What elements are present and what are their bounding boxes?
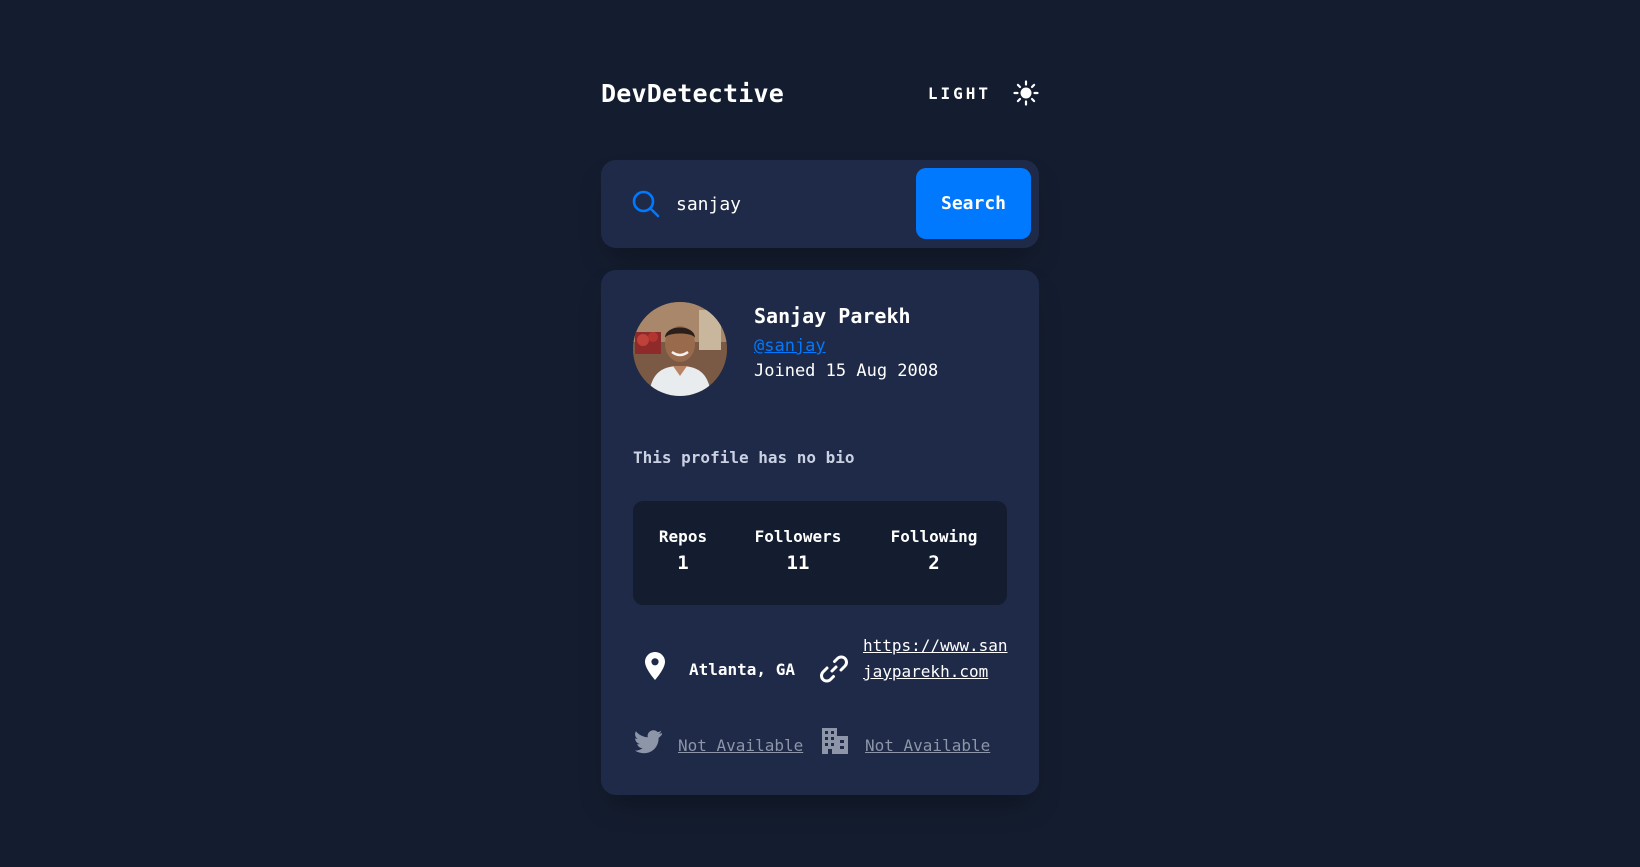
company-link[interactable]: Not Available: [865, 736, 990, 755]
profile-card: Sanjay Parekh @sanjay Joined 15 Aug 2008…: [601, 270, 1039, 795]
company-building-icon: [822, 728, 848, 758]
website-link[interactable]: https://www.sanjayparekh.com: [863, 633, 1008, 685]
stats-panel: Repos 1 Followers 11 Following 2: [633, 501, 1007, 605]
profile-name: Sanjay Parekh: [754, 304, 911, 328]
app-container: DevDetective LIGHT sanjay Search Sanjay …: [601, 70, 1039, 795]
search-bar: Search: [601, 160, 1039, 248]
stat-repos-value: 1: [677, 552, 689, 574]
theme-toggle-label: LIGHT: [927, 83, 991, 103]
search-input[interactable]: [676, 184, 906, 224]
stat-followers: Followers 11: [755, 527, 842, 574]
sun-icon: [1013, 80, 1039, 106]
twitter-link[interactable]: Not Available: [678, 736, 803, 755]
search-button[interactable]: Search: [916, 168, 1031, 239]
stat-followers-label: Followers: [754, 527, 842, 546]
stat-repos-label: Repos: [658, 527, 708, 546]
stat-repos: Repos 1: [659, 527, 707, 574]
link-icon: [820, 655, 848, 687]
location-text: Atlanta, GA: [689, 660, 795, 679]
stat-following-value: 2: [928, 552, 940, 574]
theme-toggle-button[interactable]: LIGHT: [928, 80, 1039, 106]
search-icon: [632, 190, 660, 218]
app-title: DevDetective: [601, 78, 785, 108]
profile-login-link[interactable]: @sanjay: [754, 336, 826, 356]
stat-following: Following 2: [891, 527, 978, 574]
avatar: [633, 302, 727, 396]
stat-followers-value: 11: [786, 552, 810, 574]
stat-following-label: Following: [890, 527, 978, 546]
profile-joined-date: Joined 15 Aug 2008: [754, 361, 939, 381]
header: DevDetective LIGHT: [601, 70, 1039, 116]
profile-bio: This profile has no bio: [633, 448, 855, 467]
twitter-icon: [635, 730, 663, 758]
location-pin-icon: [645, 652, 665, 684]
